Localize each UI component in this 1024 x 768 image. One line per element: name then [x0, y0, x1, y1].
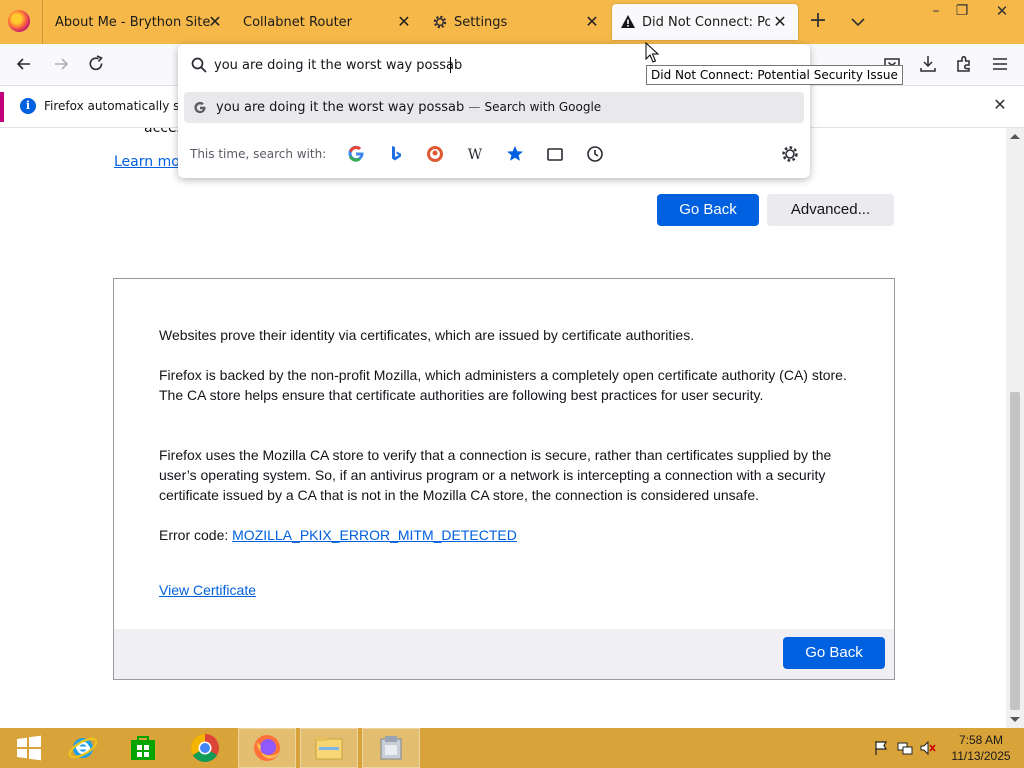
- history-icon[interactable]: [585, 144, 605, 164]
- tab-about-me[interactable]: About Me - Brython Site ✕: [55, 0, 230, 44]
- firefox-icon: [8, 10, 30, 32]
- action-center-flag-icon[interactable]: [873, 740, 889, 756]
- tab-label: Did Not Connect: Poten: [642, 14, 770, 30]
- error-code-line: Error code: MOZILLA_PKIX_ERROR_MITM_DETE…: [159, 525, 859, 545]
- taskbar-file-explorer[interactable]: [300, 728, 358, 768]
- tabs-icon[interactable]: [545, 144, 565, 164]
- scrollbar-thumb[interactable]: [1010, 392, 1020, 710]
- learn-more-link[interactable]: Learn mo: [114, 154, 180, 170]
- one-off-search-label: This time, search with:: [190, 147, 327, 161]
- page-content: acces Learn mo Go Back Advanced... Websi…: [0, 128, 1006, 728]
- firefox-icon: [254, 735, 280, 761]
- reload-icon[interactable]: [85, 53, 107, 75]
- windows-start-icon: [17, 735, 41, 761]
- clock-date: 11/13/2025: [951, 749, 1011, 763]
- download-icon[interactable]: [917, 53, 939, 75]
- google-icon[interactable]: [346, 144, 366, 164]
- clock-time: 7:58 AM: [958, 733, 1004, 747]
- taskbar-chrome[interactable]: [176, 728, 234, 768]
- restore-button[interactable]: ❐: [949, 0, 975, 22]
- view-certificate-line: View Certificate: [159, 580, 859, 600]
- chrome-icon: [191, 734, 219, 762]
- mozilla-ca-paragraph: Firefox is backed by the non-profit Mozi…: [159, 367, 847, 403]
- volume-muted-icon[interactable]: [920, 740, 936, 756]
- notification-text: Firefox automatically sen: [44, 99, 195, 113]
- tab-separator: [42, 0, 43, 44]
- scroll-up-icon[interactable]: [1009, 131, 1021, 143]
- taskbar-store[interactable]: [114, 728, 172, 768]
- taskbar-firefox[interactable]: [238, 728, 296, 768]
- certificate-info-paragraph: Websites prove their identity via certif…: [159, 327, 695, 343]
- wikipedia-icon[interactable]: W: [465, 144, 485, 164]
- tab-close-icon[interactable]: ✕: [205, 12, 225, 32]
- vertical-scrollbar[interactable]: [1006, 128, 1024, 728]
- extensions-icon[interactable]: [953, 53, 975, 75]
- error-code-label: Error code:: [159, 527, 233, 543]
- go-back-bottom-button[interactable]: Go Back: [783, 637, 885, 669]
- bookmarks-icon[interactable]: [505, 144, 525, 164]
- start-button[interactable]: [0, 728, 58, 768]
- tab-collabnet-router[interactable]: Collabnet Router ✕: [243, 0, 418, 44]
- view-certificate-link[interactable]: View Certificate: [159, 582, 256, 598]
- mouse-cursor-icon: [645, 42, 659, 63]
- google-icon: [194, 101, 206, 114]
- tab-strip: About Me - Brython Site ✕ Collabnet Rout…: [0, 0, 1024, 44]
- notification-stripe: [0, 92, 4, 122]
- window-close-button[interactable]: ✕: [985, 0, 1019, 22]
- taskbar: 7:58 AM 11/13/2025: [0, 728, 1024, 768]
- svg-text:W: W: [468, 147, 483, 163]
- advanced-panel-footer: Go Back: [114, 629, 894, 679]
- notification-close-button[interactable]: ✕: [991, 96, 1009, 114]
- info-icon: i: [20, 98, 36, 114]
- scroll-down-icon[interactable]: [1009, 713, 1021, 725]
- error-code-link[interactable]: MOZILLA_PKIX_ERROR_MITM_DETECTED: [232, 527, 517, 543]
- back-icon[interactable]: [13, 53, 35, 75]
- taskbar-app[interactable]: [362, 728, 420, 768]
- forward-icon[interactable]: [50, 53, 72, 75]
- tab-tooltip: Did Not Connect: Potential Security Issu…: [646, 65, 903, 85]
- tab-did-not-connect[interactable]: Did Not Connect: Poten ✕: [612, 4, 798, 40]
- tab-close-icon[interactable]: ✕: [770, 12, 790, 32]
- bing-icon[interactable]: [386, 144, 406, 164]
- tab-label: Settings: [454, 14, 508, 30]
- search-icon: [191, 57, 207, 73]
- text-caret: [450, 57, 451, 73]
- system-clock[interactable]: 7:58 AM 11/13/2025: [946, 732, 1016, 764]
- taskbar-internet-explorer[interactable]: [54, 728, 112, 768]
- app-icon: [380, 736, 402, 760]
- suggestion-text: you are doing it the worst way possab — …: [216, 100, 602, 115]
- search-suggestion-row[interactable]: you are doing it the worst way possab — …: [184, 92, 804, 123]
- advanced-panel: Websites prove their identity via certif…: [113, 278, 895, 680]
- chevron-down-icon[interactable]: [848, 12, 868, 32]
- tab-settings[interactable]: Settings ✕: [432, 0, 602, 44]
- tab-close-icon[interactable]: ✕: [582, 12, 602, 32]
- search-settings-gear-icon[interactable]: [780, 144, 800, 164]
- minimize-button[interactable]: –: [923, 0, 949, 22]
- warning-icon: [621, 15, 635, 28]
- store-icon: [131, 736, 155, 760]
- hamburger-menu-icon[interactable]: [989, 53, 1011, 75]
- network-icon[interactable]: [897, 740, 913, 756]
- gear-icon: [433, 15, 447, 29]
- tab-label: About Me - Brython Site: [55, 14, 211, 30]
- internet-explorer-icon: [68, 737, 98, 759]
- tab-close-icon[interactable]: ✕: [394, 12, 414, 32]
- go-back-button[interactable]: Go Back: [657, 194, 759, 226]
- file-explorer-icon: [315, 737, 343, 760]
- duckduckgo-icon[interactable]: [425, 144, 445, 164]
- advanced-button[interactable]: Advanced...: [767, 194, 894, 226]
- tab-label: Collabnet Router: [243, 14, 353, 30]
- new-tab-button[interactable]: +: [808, 10, 828, 32]
- ca-store-paragraph: Firefox uses the Mozilla CA store to ver…: [159, 447, 832, 503]
